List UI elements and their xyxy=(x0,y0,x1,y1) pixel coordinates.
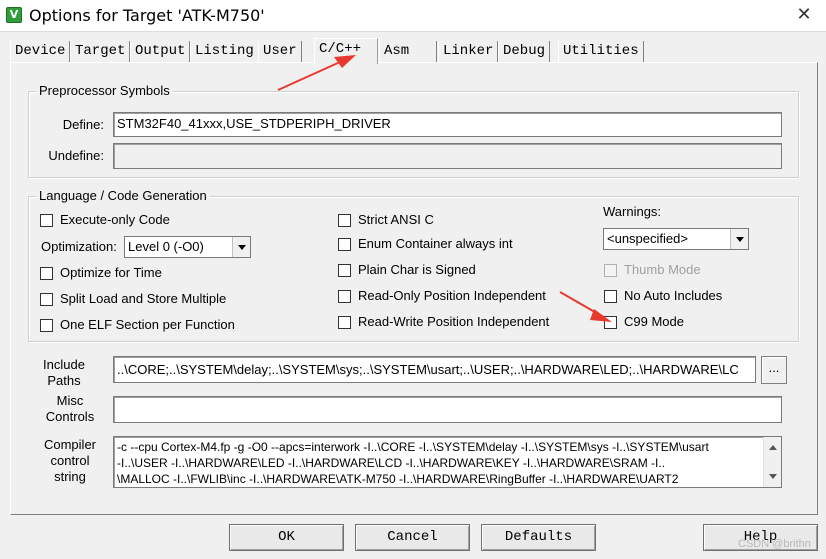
enum-int-checkbox[interactable] xyxy=(338,238,351,251)
compiler-control-label-line2: control xyxy=(50,453,90,468)
tab-asm[interactable]: Asm xyxy=(379,41,437,62)
optimize-time-label: Optimize for Time xyxy=(60,265,162,280)
define-input[interactable]: STM32F40_41xxx,USE_STDPERIPH_DRIVER xyxy=(113,112,782,137)
compiler-control-textarea[interactable]: -c --cpu Cortex-M4.fp -g -O0 --apcs=inte… xyxy=(113,436,782,488)
ok-button[interactable]: OK xyxy=(229,524,344,551)
include-paths-label-line1: Include xyxy=(43,357,85,372)
chevron-down-icon[interactable] xyxy=(232,237,250,257)
rwpi-label: Read-Write Position Independent xyxy=(358,314,550,329)
compiler-control-label: Compiler control string xyxy=(30,437,110,485)
include-paths-input[interactable]: ..\CORE;..\SYSTEM\delay;..\SYSTEM\sys;..… xyxy=(113,356,756,383)
define-label: Define: xyxy=(62,117,104,132)
c99-mode-label: C99 Mode xyxy=(624,314,684,329)
enum-int-label: Enum Container always int xyxy=(358,236,513,251)
compiler-control-label-line3: string xyxy=(54,469,86,484)
one-elf-checkbox[interactable] xyxy=(40,319,53,332)
undefine-label: Undefine: xyxy=(48,148,104,163)
compiler-control-label-line1: Compiler xyxy=(43,437,96,452)
language-group-title: Language / Code Generation xyxy=(36,188,210,203)
thumb-mode-checkbox xyxy=(604,264,617,277)
tab-user[interactable]: User xyxy=(258,41,302,62)
window-title: Options for Target 'ATK-M750' xyxy=(29,6,265,25)
optimization-label: Optimization: xyxy=(41,239,117,254)
warnings-value: <unspecified> xyxy=(607,231,688,246)
defaults-button[interactable]: Defaults xyxy=(481,524,596,551)
thumb-mode-label: Thumb Mode xyxy=(624,262,701,277)
tab-utilities[interactable]: Utilities xyxy=(558,41,644,62)
split-load-label: Split Load and Store Multiple xyxy=(60,291,227,306)
scroll-up-icon[interactable] xyxy=(769,445,777,450)
plain-char-checkbox[interactable] xyxy=(338,264,351,277)
no-auto-includes-checkbox[interactable] xyxy=(604,290,617,303)
compiler-control-line: \MALLOC -I..\FWLIB\inc -I..\HARDWARE\ATK… xyxy=(117,472,679,486)
close-icon[interactable]: ✕ xyxy=(794,5,814,25)
compiler-control-scrollbar[interactable] xyxy=(763,437,781,487)
misc-controls-input[interactable] xyxy=(113,396,782,423)
warnings-select[interactable]: <unspecified> xyxy=(603,228,749,250)
tab-device[interactable]: Device xyxy=(10,41,71,62)
execute-only-checkbox[interactable] xyxy=(40,214,53,227)
compiler-control-line: -c --cpu Cortex-M4.fp -g -O0 --apcs=inte… xyxy=(117,440,709,454)
scroll-down-icon[interactable] xyxy=(769,474,777,479)
cancel-button[interactable]: Cancel xyxy=(355,524,470,551)
keil-app-icon: V xyxy=(6,7,22,23)
tab-c-cpp[interactable]: C/C++ xyxy=(314,38,378,64)
compiler-control-line: -I..\USER -I..\HARDWARE\LED -I..\HARDWAR… xyxy=(117,456,666,470)
tab-linker[interactable]: Linker xyxy=(438,41,499,62)
include-paths-label-line2: Paths xyxy=(47,373,81,388)
warnings-label: Warnings: xyxy=(603,204,662,219)
tab-target[interactable]: Target xyxy=(70,41,131,62)
undefine-input[interactable] xyxy=(113,143,782,169)
tab-debug[interactable]: Debug xyxy=(498,41,551,62)
title-bar: V Options for Target 'ATK-M750' ✕ xyxy=(0,0,826,32)
no-auto-includes-label: No Auto Includes xyxy=(624,288,723,303)
optimization-select[interactable]: Level 0 (-O0) xyxy=(124,236,251,258)
misc-controls-label-line1: Misc xyxy=(56,393,84,408)
misc-controls-label-line2: Controls xyxy=(45,409,95,424)
optimization-value: Level 0 (-O0) xyxy=(128,239,204,254)
include-paths-label: Include Paths xyxy=(30,357,98,389)
execute-only-label: Execute-only Code xyxy=(60,212,170,227)
misc-controls-label: Misc Controls xyxy=(30,393,110,425)
plain-char-label: Plain Char is Signed xyxy=(358,262,476,277)
ropi-checkbox[interactable] xyxy=(338,290,351,303)
rwpi-checkbox[interactable] xyxy=(338,316,351,329)
one-elf-label: One ELF Section per Function xyxy=(60,317,235,332)
tab-output[interactable]: Output xyxy=(130,41,191,62)
strict-ansi-label: Strict ANSI C xyxy=(358,212,434,227)
split-load-checkbox[interactable] xyxy=(40,293,53,306)
csdn-watermark: CSDN @brithn xyxy=(738,538,811,550)
tab-listing[interactable]: Listing xyxy=(190,41,259,62)
include-paths-browse-button[interactable]: ... xyxy=(761,356,787,384)
preprocessor-group-title: Preprocessor Symbols xyxy=(36,83,173,98)
strict-ansi-checkbox[interactable] xyxy=(338,214,351,227)
ropi-label: Read-Only Position Independent xyxy=(358,288,546,303)
optimize-time-checkbox[interactable] xyxy=(40,267,53,280)
chevron-down-icon[interactable] xyxy=(730,229,748,249)
c99-mode-checkbox[interactable] xyxy=(604,316,617,329)
